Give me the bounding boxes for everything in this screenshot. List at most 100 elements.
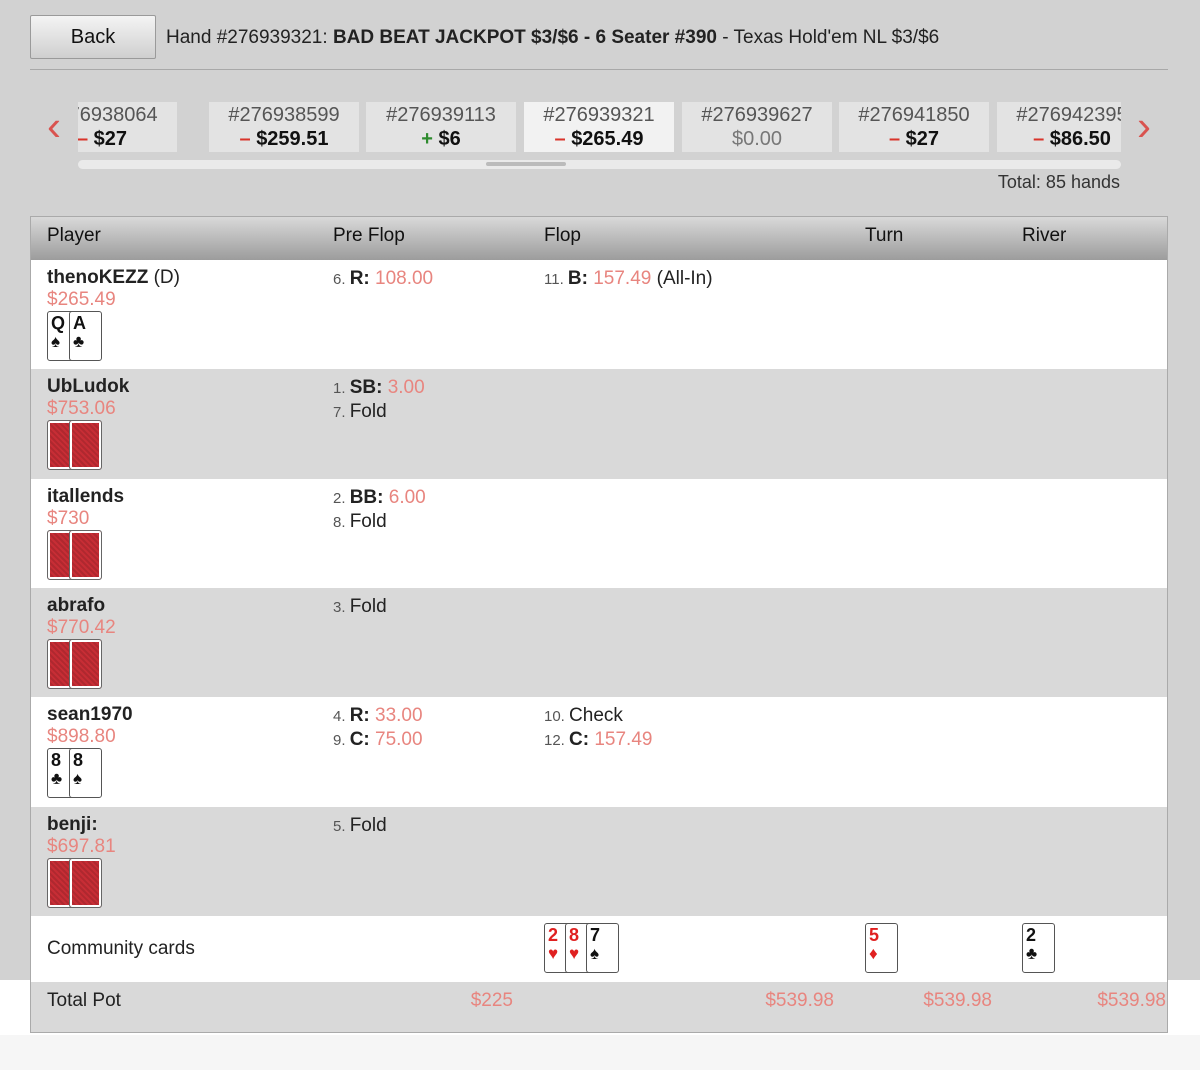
pot-turn: $539.98 <box>923 990 992 1011</box>
pot-flop: $539.98 <box>765 990 834 1011</box>
player-name-text: abrafo <box>47 594 106 616</box>
hand-tab[interactable]: #276942395– $86.50 <box>997 102 1121 152</box>
back-button[interactable]: Back <box>30 15 156 59</box>
playing-card: A ♣ <box>69 311 102 361</box>
action-entry: 2. BB: 6.00 <box>333 486 426 510</box>
card-back <box>69 857 102 908</box>
action-entry: 1. SB: 3.00 <box>333 376 425 400</box>
card-back <box>69 638 102 689</box>
hand-tab-number: #276942395 <box>1016 104 1121 126</box>
hand-tab-amount: – $259.51 <box>209 128 359 151</box>
hand-tab[interactable]: #276939627 $0.00 <box>682 102 832 152</box>
action-type: B: <box>567 268 594 289</box>
action-amount: 75.00 <box>375 729 423 751</box>
pot-preflop: $225 <box>470 990 513 1011</box>
action-entry: 11. B: 157.49 (All-In) <box>544 267 713 291</box>
action-entry: 7. Fold <box>333 400 425 424</box>
player-row: itallends $730 2. BB: 6.00 8. Fold <box>31 478 1167 589</box>
playing-card: 8 ♠ <box>69 748 102 799</box>
player-name: sean1970 <box>47 704 133 726</box>
action-entry: 3. Fold <box>333 595 387 619</box>
card-rank: A <box>73 313 86 333</box>
action-entry: 8. Fold <box>333 510 426 534</box>
card-rank: 7 <box>590 925 601 945</box>
action-type: C: <box>349 729 376 751</box>
card-rank: 5 <box>869 925 880 945</box>
action-amount: 157.49 <box>594 729 653 751</box>
action-text: Fold <box>349 814 387 836</box>
hand-carousel: #276938064– $27#276938599– $259.51#27693… <box>78 102 1121 152</box>
card-rank: 8 <box>73 750 84 771</box>
dealer-badge: (D) <box>148 267 180 288</box>
col-turn: Turn <box>865 225 904 246</box>
hand-tab-sign: + <box>421 128 439 150</box>
card-rank: 8 <box>51 750 62 771</box>
player-row: thenoKEZZ (D) $265.49 Q ♠ A ♣ 6. R: 108.00 11. … <box>31 260 1167 370</box>
hand-tab-sign: – <box>239 128 257 150</box>
hand-tab-sign: – <box>1033 128 1050 150</box>
action-text: Fold <box>349 510 387 532</box>
action-amount: 6.00 <box>388 486 426 508</box>
preflop-actions: 5. Fold <box>333 814 387 838</box>
carousel-scroll-thumb[interactable] <box>486 162 566 166</box>
action-entry: 9. C: 75.00 <box>333 728 423 752</box>
hand-tab-amount: – $27 <box>78 128 177 151</box>
table-header: Player Pre Flop Flop Turn River <box>31 217 1167 260</box>
action-order: 3. <box>333 598 350 616</box>
action-text: Check <box>569 705 623 727</box>
hand-tab-value: $0.00 <box>731 128 783 150</box>
hand-tab[interactable]: #276941850– $27 <box>839 102 989 152</box>
player-stack: $265.49 <box>47 289 116 310</box>
action-entry: 12. C: 157.49 <box>544 728 652 752</box>
pot-river: $539.98 <box>1097 990 1166 1011</box>
hand-tab-amount: + $6 <box>366 128 516 151</box>
hand-title: Hand #276939321: BAD BEAT JACKPOT $3/$6 … <box>166 27 939 49</box>
community-cards-row: Community cards 2 ♥ 8 ♥ 7 ♠ 5 ♦ 2 ♣ <box>31 916 1167 982</box>
action-order: 11. <box>544 271 568 288</box>
preflop-actions: 4. R: 33.00 9. C: 75.00 <box>333 704 423 752</box>
col-river: River <box>1022 225 1067 246</box>
hand-tab[interactable]: #276938599– $259.51 <box>209 102 359 152</box>
card-rank: 2 <box>1026 925 1037 945</box>
card-suit-icon: ♠ <box>590 944 600 963</box>
action-entry: 4. R: 33.00 <box>333 704 423 728</box>
hand-tab-value: $86.50 <box>1049 128 1111 150</box>
carousel-scrollbar[interactable] <box>78 160 1121 169</box>
player-row: UbLudok $753.06 1. SB: 3.00 7. Fold <box>31 369 1167 480</box>
hand-tab-number: #276938064 <box>78 104 158 126</box>
player-stack: $697.81 <box>47 835 116 857</box>
player-name-text: sean1970 <box>47 704 133 726</box>
hand-tab-amount: – $265.49 <box>524 128 674 151</box>
hand-tab-number: #276939627 <box>701 104 813 126</box>
hand-tab[interactable]: #276939321– $265.49 <box>524 102 674 152</box>
hand-history-table: Player Pre Flop Flop Turn River thenoKEZ… <box>30 216 1168 1033</box>
action-amount: 157.49 <box>593 268 652 289</box>
action-entry: 5. Fold <box>333 814 387 838</box>
total-hands: Total: 85 hands <box>997 172 1120 192</box>
card-rank: 8 <box>569 925 580 945</box>
hand-tab-value: $259.51 <box>256 128 329 150</box>
action-order: 8. <box>333 513 350 531</box>
prev-arrow-icon[interactable]: ‹ <box>37 105 71 148</box>
hand-tab-amount: $0.00 <box>682 128 832 151</box>
player-name-text: itallends <box>47 485 125 507</box>
player-row: abrafo $770.42 3. Fold <box>31 587 1167 698</box>
hand-tab[interactable]: #276939113 + $6 <box>366 102 516 152</box>
preflop-actions: 3. Fold <box>333 595 387 619</box>
action-text: Fold <box>349 595 387 617</box>
action-order: 6. <box>333 271 350 288</box>
action-text: Fold <box>349 401 387 423</box>
player-name: thenoKEZZ (D) <box>47 267 180 289</box>
card-suit-icon: ♣ <box>1026 944 1038 963</box>
total-pot-label: Total Pot <box>47 990 121 1011</box>
hand-tab[interactable]: #276938064– $27 <box>78 102 177 152</box>
player-row: benji: $697.81 5. Fold <box>31 806 1167 917</box>
player-name: UbLudok <box>47 376 129 398</box>
next-arrow-icon[interactable]: › <box>1127 105 1161 148</box>
action-type: SB: <box>349 377 388 399</box>
player-name-text: benji: <box>47 813 98 835</box>
hand-tab-value: $27 <box>905 128 940 150</box>
hand-id: Hand #276939321: <box>166 27 328 48</box>
player-stack: $730 <box>47 507 90 529</box>
action-amount: 3.00 <box>387 377 425 399</box>
